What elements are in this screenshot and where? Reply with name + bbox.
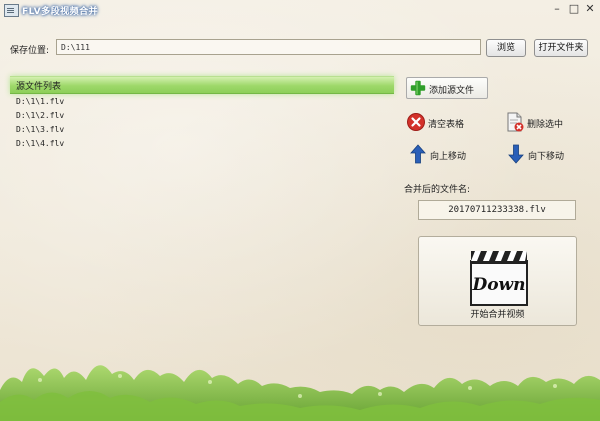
file-list[interactable]: D:\1\1.flv D:\1\2.flv D:\1\3.flv D:\1\4.… [16, 95, 386, 151]
save-path-input[interactable] [56, 39, 481, 55]
file-list-header-label: 源文件列表 [16, 82, 62, 92]
list-item[interactable]: D:\1\1.flv [16, 95, 386, 109]
move-up-label: 向上移动 [430, 152, 467, 162]
open-folder-button[interactable]: 打开文件夹 [534, 39, 588, 57]
start-merge-button[interactable]: Down 开始合并视频 [418, 236, 577, 326]
list-item[interactable]: D:\1\2.flv [16, 109, 386, 123]
delete-selected-button[interactable]: 删除选中 [505, 112, 575, 134]
arrow-up-icon [410, 144, 426, 164]
delete-document-icon [507, 112, 524, 132]
window-title: FLV多段视频合并 [22, 7, 99, 17]
clapperboard-text: Down [471, 275, 525, 295]
add-source-file-button[interactable]: 添加源文件 [406, 77, 488, 99]
list-item[interactable]: D:\1\4.flv [16, 137, 386, 151]
save-location-label: 保存位置: [10, 46, 50, 56]
arrow-down-icon [508, 144, 524, 164]
add-source-file-label: 添加源文件 [429, 86, 475, 96]
grass-decoration [0, 365, 600, 421]
list-item[interactable]: D:\1\3.flv [16, 123, 386, 137]
file-list-header: 源文件列表 [10, 76, 394, 94]
clear-table-button[interactable]: 清空表格 [406, 112, 476, 134]
maximize-button[interactable]: □ [566, 2, 582, 16]
merged-filename-label: 合并后的文件名: [404, 185, 471, 195]
plus-icon [410, 80, 426, 96]
title-bar: FLV多段视频合并 – □ ✕ [0, 0, 600, 22]
clapperboard-icon: Down [470, 251, 528, 306]
start-merge-label: 开始合并视频 [470, 310, 525, 320]
clear-table-label: 清空表格 [428, 120, 465, 130]
minimize-button[interactable]: – [549, 2, 565, 16]
merged-filename-field[interactable]: 20170711233338.flv [418, 200, 576, 220]
browse-button[interactable]: 浏览 [486, 39, 526, 57]
clear-icon [407, 113, 425, 131]
move-down-label: 向下移动 [528, 152, 565, 162]
move-up-button[interactable]: 向上移动 [408, 144, 478, 166]
app-icon [4, 4, 19, 17]
delete-selected-label: 删除选中 [527, 120, 564, 130]
move-down-button[interactable]: 向下移动 [506, 144, 576, 166]
close-button[interactable]: ✕ [582, 2, 598, 16]
